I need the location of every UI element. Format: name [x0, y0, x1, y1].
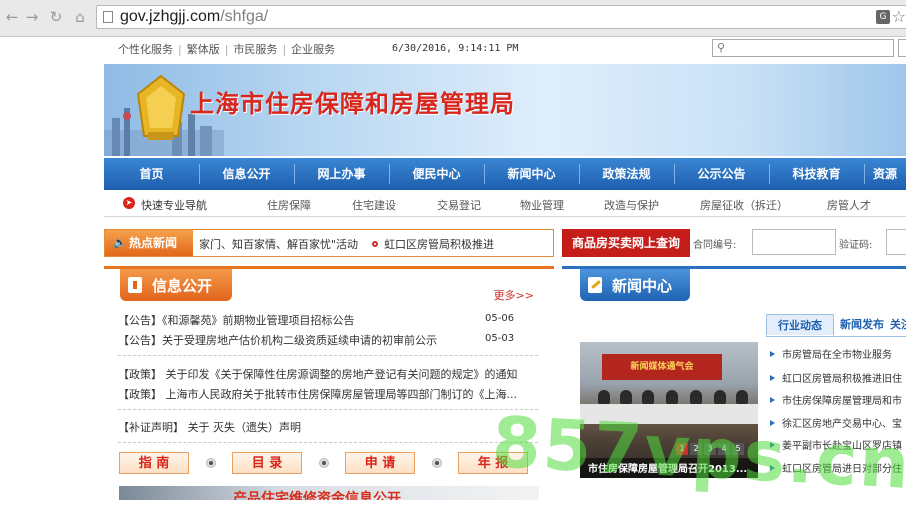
quick-nav-housing-talent[interactable]: 房管人才: [827, 197, 871, 213]
browser-toolbar: ← → ↻ ⌂ gov.jzhgjj.com/shfga/ G ☆: [0, 0, 906, 37]
nav-item-info-disclosure[interactable]: 信息公开: [199, 158, 294, 190]
nav-item-convenience-center[interactable]: 便民中心: [389, 158, 484, 190]
hot-news-item[interactable]: 虹口区房管局积极推进: [384, 238, 494, 251]
captcha-label: 验证码:: [839, 240, 873, 251]
page-icon: [103, 11, 113, 23]
util-link-traditional[interactable]: 繁体版: [187, 43, 220, 56]
quick-nav-housing-security[interactable]: 住房保障: [267, 197, 311, 213]
news-tabs: 行业动态 新闻发布 关注: [766, 314, 906, 337]
nav-item-resources[interactable]: 资源: [864, 158, 906, 190]
forward-icon[interactable]: →: [22, 7, 42, 27]
hot-news-bar: 🔈 热点新闻 家门、知百家情、解百家忧"活动 虹口区房管局积极推进: [104, 229, 554, 257]
util-link-personal[interactable]: 个性化服务: [118, 43, 173, 56]
hot-news-label-box: 🔈 热点新闻: [105, 230, 193, 256]
list-item[interactable]: 【公告】《和源馨苑》前期物业管理项目招标公告: [118, 312, 355, 328]
more-link[interactable]: 更多>>: [494, 287, 534, 303]
utility-links: 个性化服务 | 繁体版 | 市民服务 | 企业服务: [118, 43, 336, 56]
current-datetime: 6/30/2016, 9:14:11 PM: [392, 43, 519, 54]
list-item[interactable]: 【政策】 关于印发《关于保障性住房源调整的房地产登记有关问题的规定》的通知: [118, 366, 518, 382]
url-path: /shfga/: [220, 8, 269, 25]
address-bar[interactable]: gov.jzhgjj.com/shfga/ G ☆: [96, 5, 906, 29]
home-icon[interactable]: ⌂: [70, 7, 90, 27]
tab-focus[interactable]: 关注: [890, 314, 906, 336]
banner-title: 上海市住房保障和房屋管理局: [190, 89, 515, 118]
hot-news-ticker: 家门、知百家情、解百家忧"活动 虹口区房管局积极推进: [199, 236, 494, 252]
quick-nav-renovation-protection[interactable]: 改造与保护: [604, 197, 659, 213]
divider: [118, 409, 538, 410]
news-center-title: 新闻中心: [612, 277, 673, 295]
hot-news-label: 热点新闻: [129, 236, 178, 250]
main-navigation: 首页 信息公开 网上办事 便民中心 新闻中心 政策法规 公示公告 科技教育 资源: [104, 158, 906, 190]
divider: [118, 355, 538, 356]
utility-bar: 个性化服务 | 繁体版 | 市民服务 | 企业服务 6/30/2016, 9:14:11 P…: [0, 37, 906, 63]
bullet-icon: [319, 458, 329, 468]
divider: [118, 442, 538, 443]
maintenance-fund-banner-title: 产品住宅维修资金信息公开: [233, 491, 401, 500]
quick-nav-residential-construction[interactable]: 住宅建设: [352, 197, 396, 213]
pen-icon: [588, 277, 602, 293]
url-host: gov.jzhgjj.com: [120, 8, 221, 25]
nav-item-home[interactable]: 首页: [104, 158, 199, 190]
site-banner: 上海市住房保障和房屋管理局: [104, 64, 906, 156]
contract-number-label: 合同编号:: [693, 240, 737, 251]
bullet-icon: [432, 458, 442, 468]
quick-nav-property-management[interactable]: 物业管理: [520, 197, 564, 213]
news-list-item[interactable]: 市房管局在全市物业服务: [770, 346, 892, 361]
tab-industry-news[interactable]: 行业动态: [766, 314, 834, 336]
info-disclosure-header: 信息公开: [120, 269, 232, 301]
list-item-date: 05-06: [485, 313, 515, 324]
nav-item-announcements[interactable]: 公示公告: [674, 158, 769, 190]
quick-nav-housing-expropriation[interactable]: 房屋征收（拆迁）: [700, 197, 788, 213]
contract-query-title: 商品房买卖网上查询: [562, 229, 690, 257]
list-item[interactable]: 【补证声明】 关于 灭失（遗失）声明: [118, 419, 301, 435]
emblem-icon: [136, 74, 186, 140]
catalog-button[interactable]: 目 录: [232, 452, 302, 474]
bullet-icon: [206, 458, 216, 468]
news-list-item[interactable]: 市住房保障房屋管理局和市: [770, 392, 902, 407]
hot-news-item[interactable]: 家门、知百家情、解百家忧"活动: [199, 238, 358, 251]
captcha-input[interactable]: [886, 229, 906, 255]
list-item-date: 05-03: [485, 333, 515, 344]
nav-item-news-center[interactable]: 新闻中心: [484, 158, 579, 190]
translate-icon[interactable]: G: [876, 10, 890, 24]
bullet-icon: [372, 241, 379, 247]
news-list-item[interactable]: 虹口区房管局积极推进旧住: [770, 370, 902, 385]
search-input[interactable]: ⚲: [712, 39, 894, 57]
apply-button[interactable]: 申 请: [345, 452, 415, 474]
maintenance-fund-banner[interactable]: 产品住宅维修资金信息公开: [119, 486, 539, 500]
guide-button[interactable]: 指 南: [119, 452, 189, 474]
quick-nav-label: 快速专业导航: [141, 199, 207, 212]
nav-item-online-services[interactable]: 网上办事: [294, 158, 389, 190]
reload-icon[interactable]: ↻: [46, 7, 66, 27]
util-link-enterprise[interactable]: 企业服务: [291, 43, 335, 56]
nav-item-policies[interactable]: 政策法规: [579, 158, 674, 190]
news-center-header: 新闻中心: [580, 269, 690, 301]
list-item[interactable]: 【政策】 上海市人民政府关于批转市住房保障房屋管理局等四部门制订的《上海...: [118, 386, 517, 402]
tab-press-release[interactable]: 新闻发布: [840, 314, 884, 336]
info-icon: [128, 277, 142, 293]
speaker-icon: 🔈: [113, 236, 127, 249]
quick-nav-transaction-registration[interactable]: 交易登记: [437, 197, 481, 213]
search-icon: ⚲: [717, 41, 726, 54]
arrow-right-icon: ➤: [123, 197, 135, 209]
contract-number-input[interactable]: [752, 229, 836, 255]
back-icon[interactable]: ←: [2, 7, 22, 27]
list-item[interactable]: 【公告】关于受理房地产估价机构二级资质延续申请的初审前公示: [118, 332, 437, 348]
nav-item-science-education[interactable]: 科技教育: [769, 158, 864, 190]
photo-banner-text: 新闻媒体通气会: [602, 354, 722, 380]
info-disclosure-title: 信息公开: [152, 277, 213, 295]
quick-navigation: ➤ 快速专业导航 住房保障 住宅建设 交易登记 物业管理 改造与保护 房屋征收（…: [104, 192, 906, 217]
util-link-citizen[interactable]: 市民服务: [233, 43, 277, 56]
search-box-edge: [898, 39, 906, 57]
star-icon[interactable]: ☆: [892, 7, 906, 26]
